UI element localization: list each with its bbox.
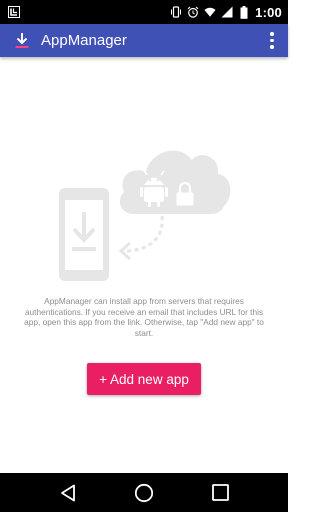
cloud-android-lock-icon [119,150,231,214]
vibrate-icon [170,6,182,18]
status-right: 1:00 [170,5,282,20]
nav-bar [0,473,288,512]
status-left [8,6,20,18]
back-icon[interactable] [48,473,88,512]
download-icon [14,32,30,50]
overflow-menu-icon[interactable] [266,31,278,51]
alarm-icon [187,6,199,18]
status-time: 1:00 [255,4,282,20]
app-bar: AppManager [0,24,288,57]
status-bar: 1:00 [0,0,288,24]
app-title: AppManager [41,32,127,49]
description-text: AppManager can install app from servers … [24,296,264,338]
signal-icon [221,6,233,18]
notification-app-icon [8,6,20,18]
wifi-icon [204,6,216,18]
phone-download-icon [59,188,109,281]
add-new-app-button[interactable]: + Add new app [87,363,201,395]
dashed-arrow-icon [118,215,164,261]
recents-icon[interactable] [200,473,240,512]
illustration [59,150,231,281]
battery-icon [238,5,250,19]
home-icon[interactable] [124,473,164,512]
